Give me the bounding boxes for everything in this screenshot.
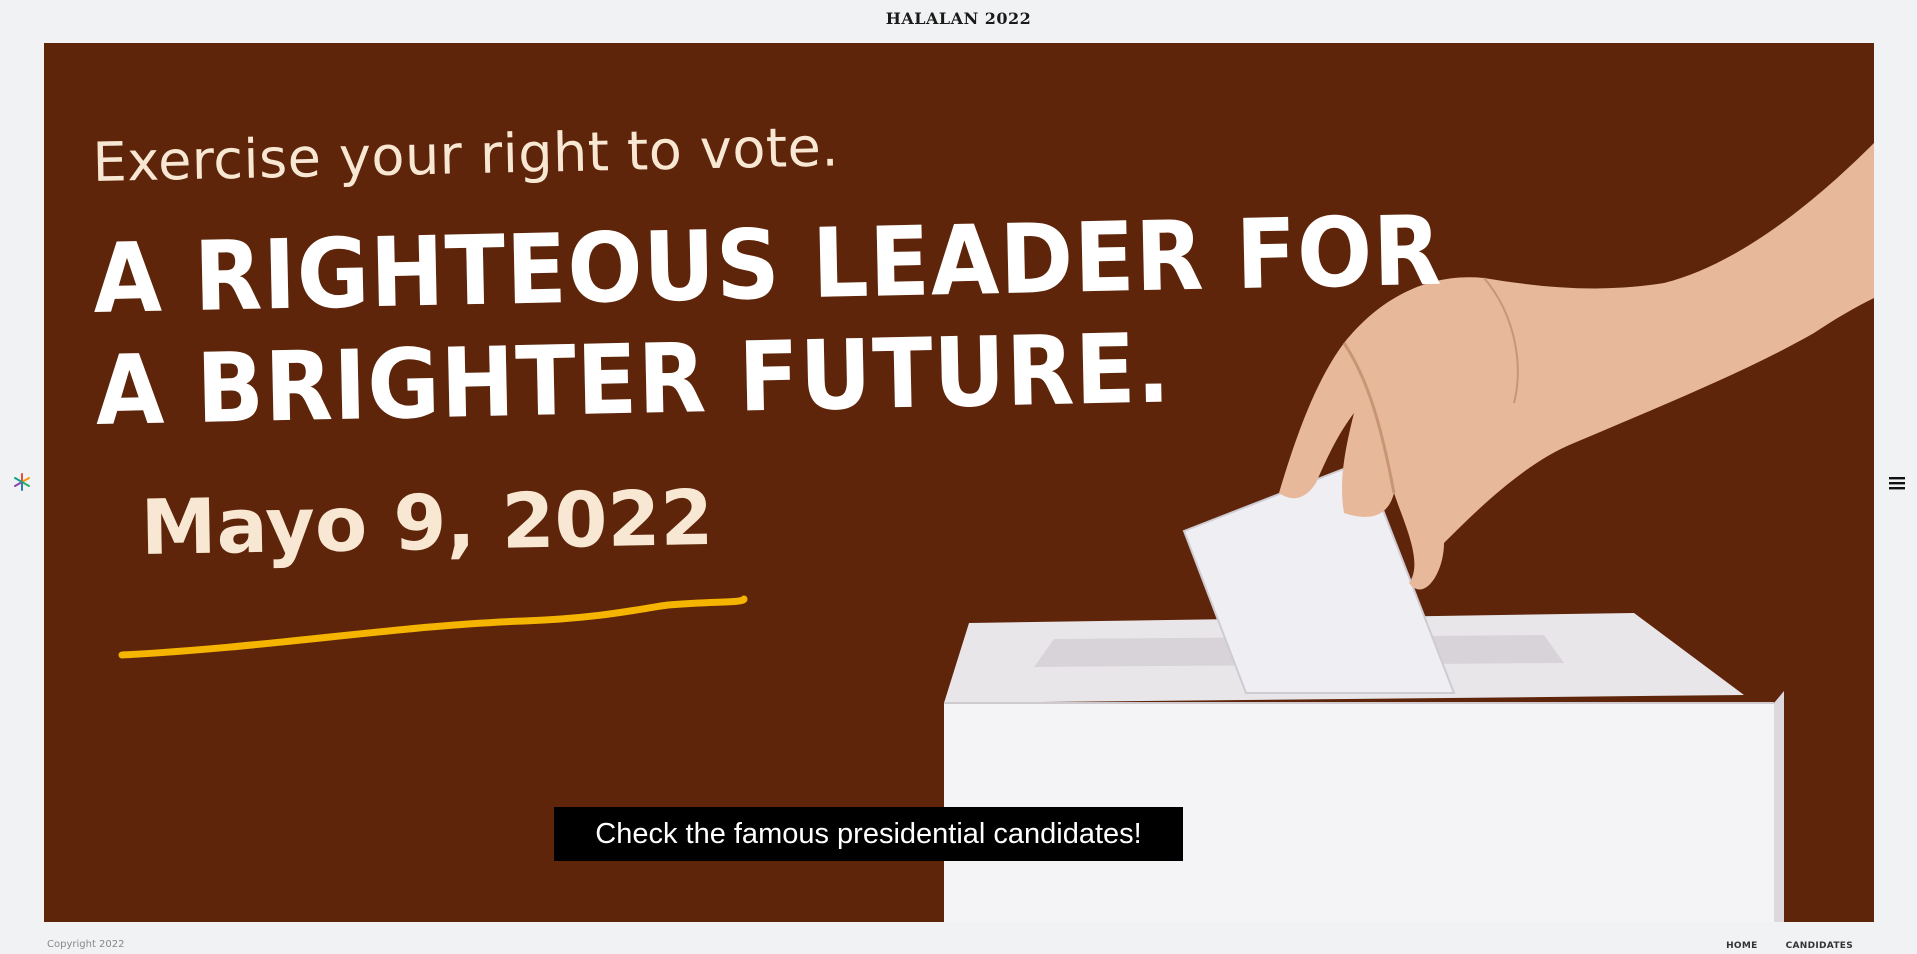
hero-banner: Exercise your right to vote. A RIGHTEOUS… — [44, 43, 1874, 922]
headline: A RIGHTEOUS LEADER FOR A BRIGHTER FUTURE… — [92, 195, 1446, 447]
site-title: HALALAN 2022 — [885, 9, 1032, 28]
election-date: Mayo 9, 2022 — [140, 473, 714, 572]
spark-logo-icon[interactable] — [12, 472, 32, 492]
nav-candidates-link[interactable]: CANDIDATES — [1786, 941, 1853, 951]
accent-underline — [118, 595, 748, 659]
hamburger-menu-icon[interactable] — [1886, 472, 1908, 494]
footer-nav: HOME CANDIDATES — [1726, 941, 1853, 951]
view-candidates-button[interactable]: Check the famous presidential candidates… — [554, 807, 1183, 861]
nav-home-link[interactable]: HOME — [1726, 941, 1758, 951]
copyright-text: Copyright 2022 — [47, 939, 125, 950]
